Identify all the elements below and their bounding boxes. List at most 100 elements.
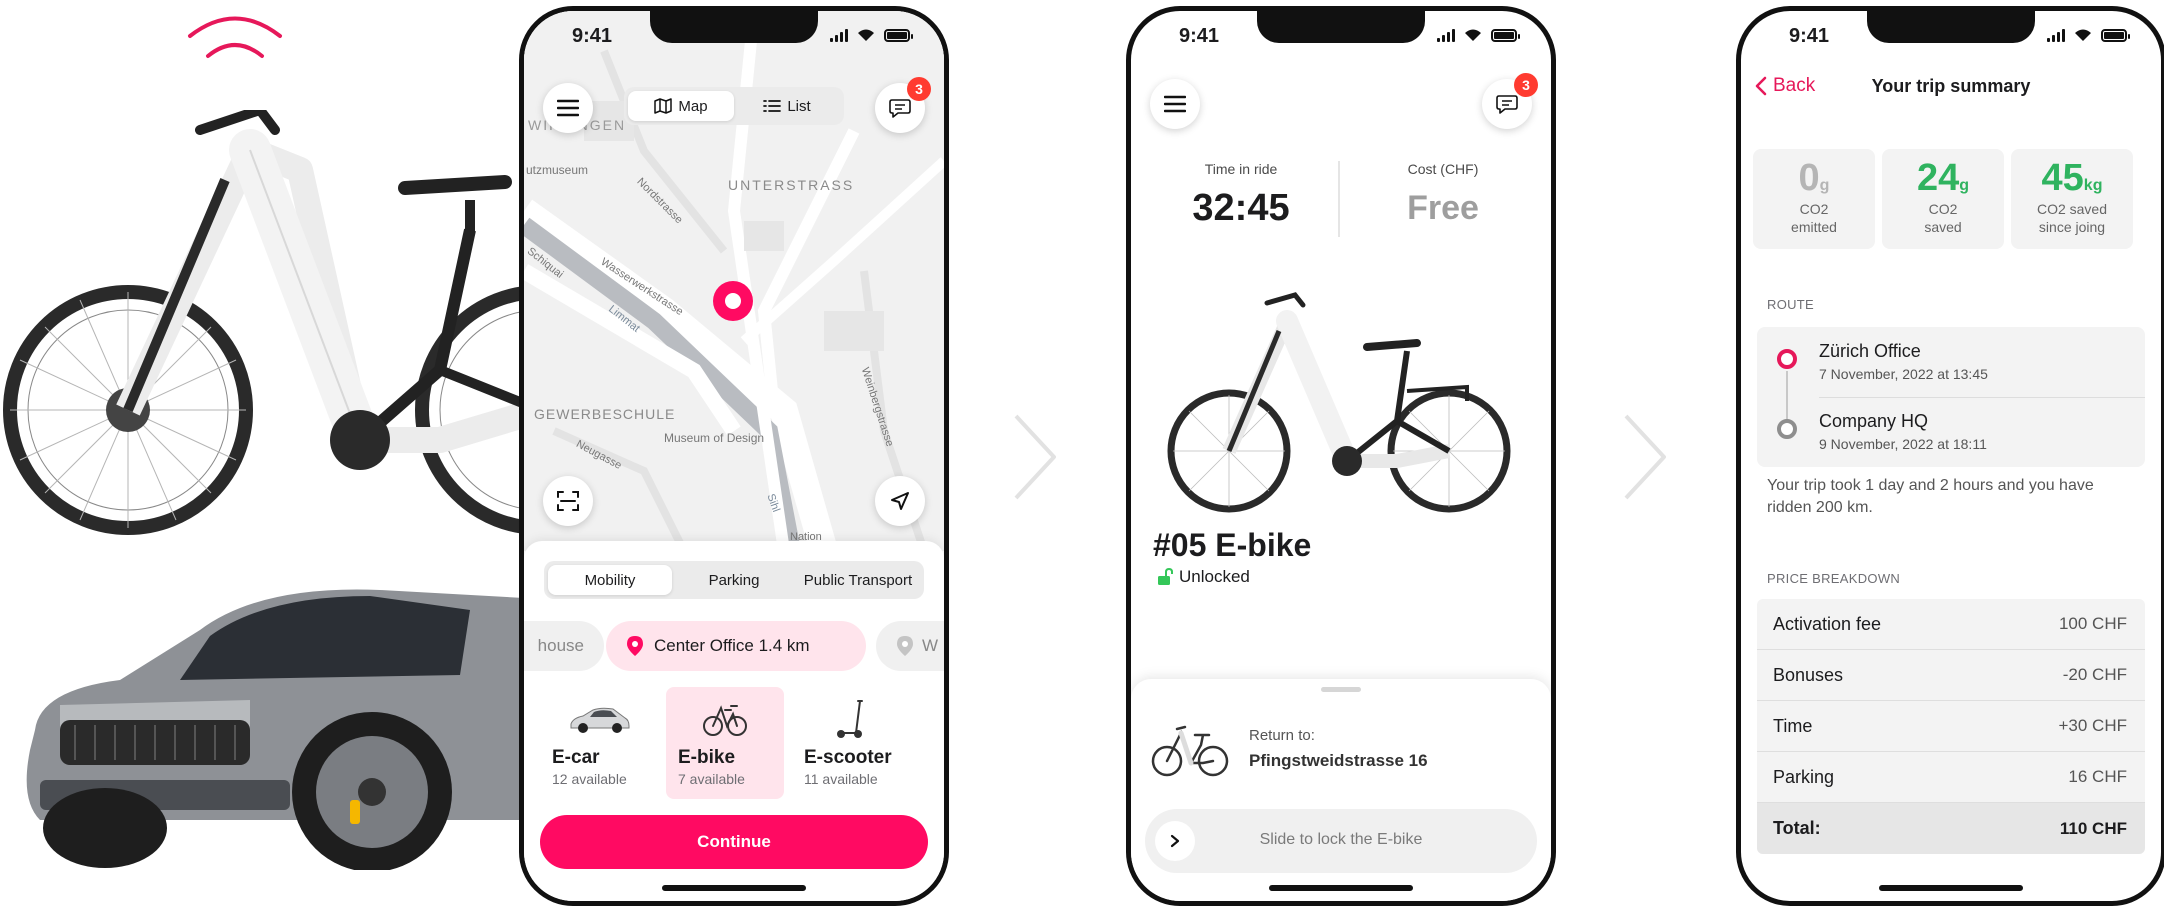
phone-map-screen: 9:41 WIPKINGEN utzmu bbox=[519, 6, 949, 906]
map-label: Museum of Design bbox=[664, 431, 765, 445]
price-row: Activation fee 100 CHF bbox=[1757, 599, 2145, 650]
co2-label: saved bbox=[1924, 219, 1962, 235]
tab-mobility[interactable]: Mobility bbox=[548, 565, 672, 595]
scan-icon bbox=[557, 491, 579, 511]
chat-icon bbox=[889, 99, 911, 118]
price-row: Parking 16 CHF bbox=[1757, 752, 2145, 803]
map-label: UNTERSTRASS bbox=[728, 177, 855, 193]
co2-label: emitted bbox=[1791, 219, 1837, 235]
co2-value: 0g bbox=[1798, 157, 1830, 199]
scan-button[interactable] bbox=[543, 476, 593, 526]
wifi-icon bbox=[858, 29, 874, 41]
co2-label: CO2 saved bbox=[2036, 201, 2108, 217]
route-stop: Zürich Office 7 November, 2022 at 13:45 bbox=[1819, 341, 1988, 382]
stats-divider bbox=[1338, 161, 1340, 237]
route-place: Company HQ bbox=[1819, 411, 1929, 431]
ride-stats: Time in ride 32:45 Cost (CHF) Free bbox=[1131, 161, 1551, 251]
cost-stat: Cost (CHF) Free bbox=[1343, 161, 1543, 228]
scooter-icon bbox=[804, 697, 898, 741]
status-icons bbox=[830, 28, 913, 42]
price-row: Time +30 CHF bbox=[1757, 701, 2145, 752]
location-chip-active[interactable]: Center Office 1.4 km bbox=[606, 621, 866, 671]
location-chip-label: Center Office 1.4 km bbox=[654, 636, 810, 655]
locate-me-button[interactable] bbox=[875, 476, 925, 526]
return-label: Return to: bbox=[1249, 727, 1315, 744]
vehicle-availability: 11 available bbox=[804, 771, 878, 787]
vehicle-option-ebike[interactable]: E-bike 7 available bbox=[666, 687, 784, 799]
co2-total-card: 45kg CO2 saved since joing bbox=[2011, 149, 2133, 249]
location-pin-icon bbox=[627, 636, 643, 656]
wifi-icon bbox=[1465, 29, 1481, 41]
vehicle-option-escooter[interactable]: E-scooter 11 available bbox=[792, 687, 910, 799]
location-chip[interactable]: W bbox=[876, 621, 944, 671]
route-date: 9 November, 2022 at 18:11 bbox=[1819, 436, 1987, 452]
time-in-ride-stat: Time in ride 32:45 bbox=[1141, 161, 1341, 230]
location-pin-icon[interactable] bbox=[713, 281, 753, 321]
battery-icon bbox=[884, 29, 913, 42]
price-label: Activation fee bbox=[1773, 613, 1882, 634]
price-value: -20 CHF bbox=[2062, 665, 2127, 684]
chevron-right-icon bbox=[1624, 414, 1666, 500]
price-value: +30 CHF bbox=[2058, 716, 2128, 735]
mobility-app-showcase: 9:41 WIPKINGEN utzmu bbox=[0, 0, 2164, 907]
vehicle-selection-sheet: Mobility Parking Public Transport house … bbox=[524, 541, 944, 901]
co2-value: 45kg bbox=[2041, 157, 2103, 199]
co2-label: CO2 bbox=[1799, 201, 1829, 217]
sheet-grabber[interactable] bbox=[1321, 687, 1361, 692]
route-place: Zürich Office bbox=[1819, 341, 1921, 361]
vehicle-option-ecar[interactable]: E-car 12 available bbox=[540, 687, 658, 799]
navigation-arrow-icon bbox=[891, 492, 909, 510]
vehicle-options: E-car 12 available E-bike 7 available E-… bbox=[540, 687, 928, 799]
time-in-ride-label: Time in ride bbox=[1204, 161, 1278, 177]
slide-to-lock[interactable]: Slide to lock the E-bike bbox=[1145, 809, 1537, 873]
price-breakdown-table: Activation fee 100 CHF Bonuses -20 CHF T… bbox=[1757, 599, 2145, 854]
co2-emitted-card: 0g CO2 emitted bbox=[1753, 149, 1875, 249]
ebike-image bbox=[1167, 292, 1511, 513]
route-line bbox=[1786, 371, 1788, 425]
menu-button[interactable] bbox=[543, 83, 593, 133]
battery-icon bbox=[1491, 29, 1520, 42]
origin-dot-icon bbox=[1777, 349, 1797, 369]
tab-parking[interactable]: Parking bbox=[672, 565, 796, 595]
vehicle-title: #05 E-bike bbox=[1153, 527, 1311, 564]
cellular-signal-icon bbox=[2047, 29, 2065, 42]
status-time: 9:41 bbox=[1179, 25, 1220, 47]
battery-icon bbox=[2101, 29, 2130, 42]
menu-button[interactable] bbox=[1150, 79, 1200, 129]
notch bbox=[1867, 11, 2035, 43]
co2-saved-card: 24g CO2 saved bbox=[1882, 149, 2004, 249]
map-label: utzmuseum bbox=[526, 163, 589, 177]
chevron-right-icon bbox=[1014, 414, 1056, 500]
vehicle-name: E-scooter bbox=[804, 747, 892, 768]
vehicle-number: #05 bbox=[1153, 527, 1207, 563]
chat-icon bbox=[1496, 95, 1518, 114]
location-chip[interactable]: house bbox=[524, 621, 604, 671]
ride-bottom-sheet: Return to: Pfingstweidstrasse 16 Slide t… bbox=[1131, 679, 1551, 901]
status-icons bbox=[1437, 28, 1520, 42]
messages-button[interactable]: 3 bbox=[875, 77, 931, 133]
cost-value: Free bbox=[1407, 189, 1479, 227]
ecar-image bbox=[26, 589, 560, 870]
route-section-label: ROUTE bbox=[1767, 297, 1814, 312]
tab-map-label: Map bbox=[678, 97, 708, 115]
notification-badge: 3 bbox=[1514, 73, 1538, 97]
status-time: 9:41 bbox=[572, 25, 613, 47]
hero-illustration bbox=[0, 0, 560, 907]
continue-button[interactable]: Continue bbox=[540, 815, 928, 869]
total-label: Total: bbox=[1773, 818, 1821, 838]
wifi-icon bbox=[2075, 29, 2091, 41]
unlocked-padlock-icon bbox=[1158, 568, 1173, 585]
price-value: 100 CHF bbox=[2058, 614, 2127, 633]
tab-public-transport[interactable]: Public Transport bbox=[796, 565, 920, 595]
tab-map[interactable]: Map bbox=[628, 91, 734, 121]
car-icon bbox=[552, 697, 646, 741]
ebike-image bbox=[3, 110, 560, 535]
tab-list[interactable]: List bbox=[734, 91, 840, 121]
connectivity-signal-icon bbox=[188, 16, 282, 58]
hamburger-icon bbox=[557, 99, 579, 117]
location-chips: house Center Office 1.4 km W bbox=[524, 621, 944, 671]
vehicle-name: E-bike bbox=[678, 747, 736, 768]
messages-button[interactable]: 3 bbox=[1482, 73, 1538, 129]
cellular-signal-icon bbox=[1437, 29, 1455, 42]
status-icons bbox=[2047, 28, 2130, 42]
